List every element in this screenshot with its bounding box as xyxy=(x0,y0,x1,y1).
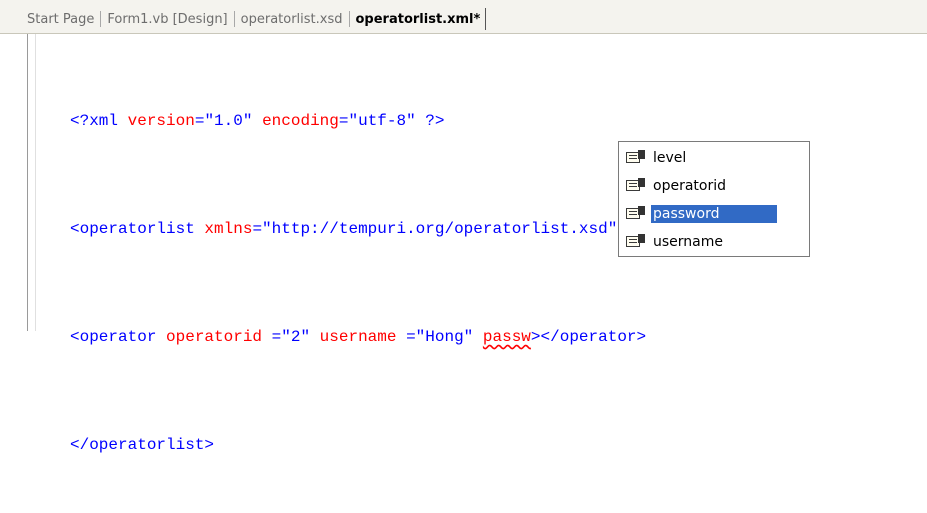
completion-item-password[interactable]: password xyxy=(625,202,805,226)
attribute-name: xmlns xyxy=(204,220,253,238)
tab-start-page[interactable]: Start Page xyxy=(27,12,100,27)
code-text[interactable]: <?xml version="1.0" encoding="utf-8" ?> … xyxy=(70,54,646,513)
tab-operatorlist-xsd[interactable]: operatorlist.xsd xyxy=(235,12,349,27)
equals-sign: = xyxy=(194,112,205,130)
equals-sign: = xyxy=(252,220,263,238)
attribute-value: "utf-8" xyxy=(348,112,416,130)
completion-item-username[interactable]: username xyxy=(625,230,805,254)
tab-end-divider xyxy=(485,8,487,30)
tab-form1-design[interactable]: Form1.vb [Design] xyxy=(101,12,233,27)
xml-declaration-close: ?> xyxy=(415,112,445,130)
completion-item-level[interactable]: level xyxy=(625,146,805,170)
editor-gutter-border xyxy=(27,34,28,331)
property-icon xyxy=(625,233,647,251)
document-tab-bar: Start Page Form1.vb [Design] operatorlis… xyxy=(0,0,927,34)
attribute-name: encoding xyxy=(262,112,339,130)
completion-item-label: password xyxy=(651,205,777,223)
attribute-value: "1.0" xyxy=(204,112,253,130)
code-line-1: <?xml version="1.0" encoding="utf-8" ?> xyxy=(70,108,646,135)
xml-declaration-open: <?xml xyxy=(70,112,128,130)
xml-code-editor[interactable]: <?xml version="1.0" encoding="utf-8" ?> … xyxy=(0,34,927,454)
completion-item-operatorid[interactable]: operatorid xyxy=(625,174,805,198)
code-line-3: <operator operatorid ="2" username ="Hon… xyxy=(70,324,646,351)
completion-item-label: operatorid xyxy=(653,178,726,194)
property-icon xyxy=(625,205,647,223)
completion-item-label: level xyxy=(653,150,687,166)
completion-item-label: username xyxy=(653,234,723,250)
tab-operatorlist-xml[interactable]: operatorlist.xml* xyxy=(350,12,484,27)
attribute-value: "http://tempuri.org/operatorlist.xsd" xyxy=(262,220,618,238)
property-icon xyxy=(625,149,647,167)
editor-selection-margin xyxy=(35,34,36,331)
intellisense-completion-list[interactable]: level operatorid password username xyxy=(618,141,810,257)
document-tabs: Start Page Form1.vb [Design] operatorlis… xyxy=(27,8,487,30)
code-line-4: </operatorlist> xyxy=(70,432,646,459)
code-line-2: <operatorlist xmlns="http://tempuri.org/… xyxy=(70,216,646,243)
attribute-name: version xyxy=(127,112,195,130)
property-icon xyxy=(625,177,647,195)
element-close-tag: </operatorlist> xyxy=(70,436,215,454)
element-open-tag: <operatorlist xyxy=(70,220,205,238)
